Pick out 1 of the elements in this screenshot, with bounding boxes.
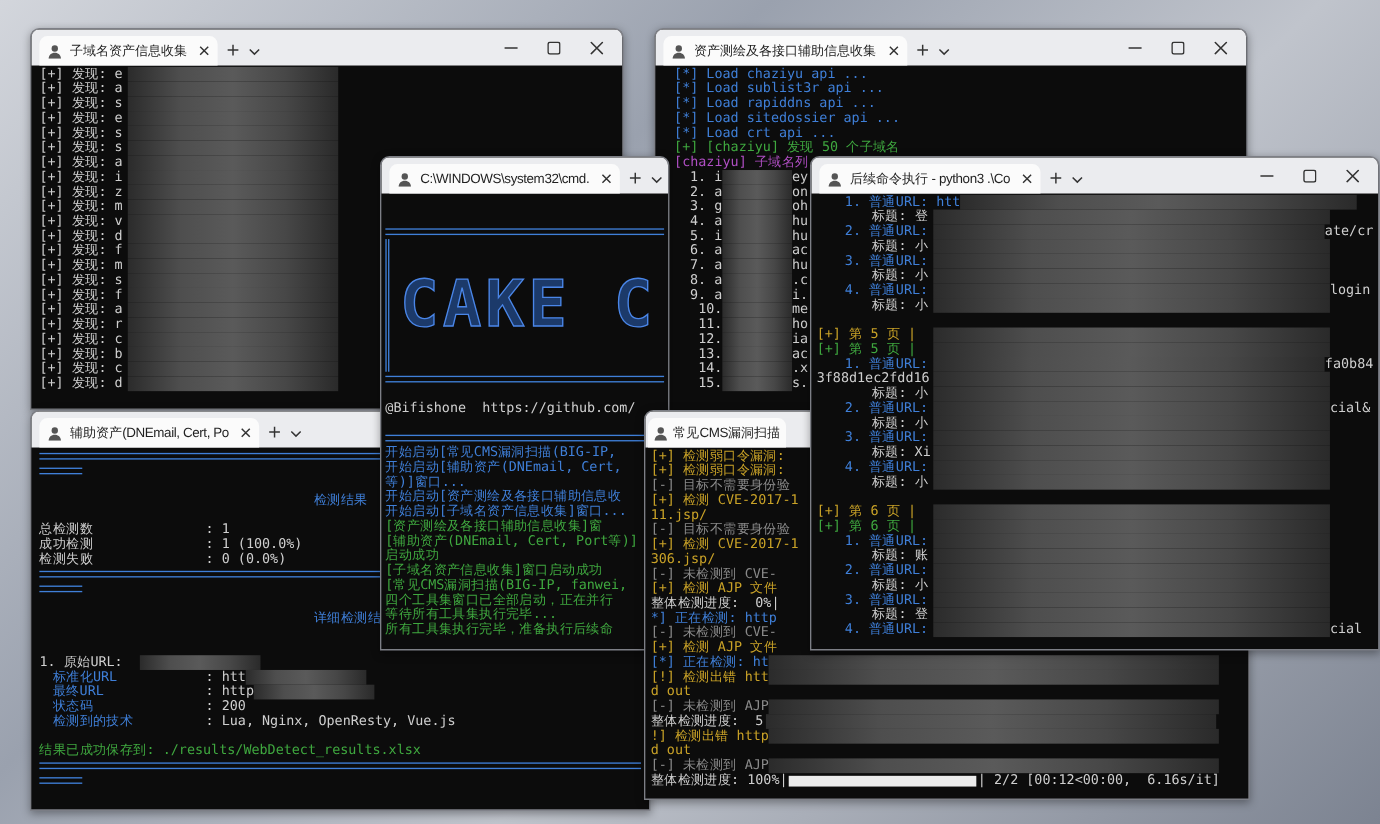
banner-title: CAKE C <box>400 265 657 347</box>
